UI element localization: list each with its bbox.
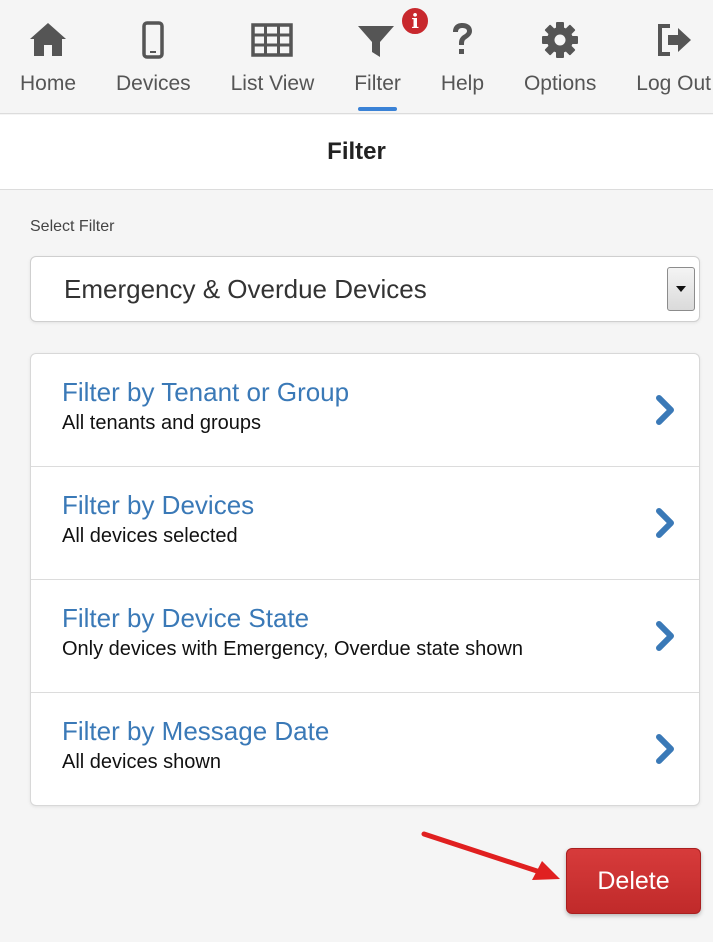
nav-list-view[interactable]: List View [230,0,315,113]
chevron-right-icon [656,395,674,425]
filter-tenant-group-title: Filter by Tenant or Group [62,377,350,407]
home-icon [30,23,67,56]
filter-devices-subtitle: All devices selected [62,525,238,547]
nav-list-view-label: List View [230,72,315,95]
caret-down-icon [676,286,686,292]
select-filter-label: Select Filter [30,218,115,235]
nav-help-label: Help [440,72,485,95]
filter-devices-item[interactable]: Filter by Devices All devices selected [31,467,699,580]
page-title: Filter [327,138,386,165]
mobile-device-icon [142,21,165,59]
nav-log-out[interactable]: Log Out [636,0,711,113]
nav-filter-label: Filter [354,72,401,95]
nav-filter[interactable]: i Filter [354,0,431,113]
filter-device-state-item[interactable]: Filter by Device State Only devices with… [31,580,699,693]
delete-button[interactable]: Delete [566,848,701,914]
nav-devices-label: Devices [115,72,191,95]
select-filter-value: Emergency & Overdue Devices [64,273,427,304]
filter-device-state-title: Filter by Device State [62,603,310,633]
info-badge-icon: i [400,6,431,36]
question-mark-icon [453,23,473,54]
select-filter-dropdown[interactable]: Emergency & Overdue Devices [30,256,700,322]
chevron-right-icon [656,734,674,764]
grid-table-icon [251,23,294,57]
filter-options-list: Filter by Tenant or Group All tenants an… [30,353,700,806]
filter-tenant-group-item[interactable]: Filter by Tenant or Group All tenants an… [31,354,699,467]
nav-log-out-label: Log Out [636,72,711,95]
nav-home[interactable]: Home [20,0,76,113]
nav-devices[interactable]: Devices [116,0,191,113]
filter-message-date-item[interactable]: Filter by Message Date All devices shown [31,693,699,805]
nav-options-label: Options [523,72,597,95]
filter-device-state-subtitle: Only devices with Emergency, Overdue sta… [62,638,523,660]
nav-help[interactable]: Help [441,0,484,113]
nav-options[interactable]: Options [524,0,596,113]
chevron-right-icon [656,621,674,651]
nav-home-label: Home [20,72,77,95]
gear-icon [542,22,579,58]
page-header: Filter [0,115,713,190]
chevron-right-icon [656,508,674,538]
filter-devices-title: Filter by Devices [62,490,255,520]
annotation-arrow-icon [421,831,560,880]
filter-tenant-group-subtitle: All tenants and groups [62,412,262,434]
top-nav-bar: Home Devices List View i Filter Help Opt… [0,0,713,114]
filter-funnel-icon [357,26,394,57]
filter-message-date-title: Filter by Message Date [62,716,330,746]
filter-message-date-subtitle: All devices shown [62,751,221,773]
dropdown-arrow-button[interactable] [667,267,695,311]
sign-out-icon [657,24,691,56]
